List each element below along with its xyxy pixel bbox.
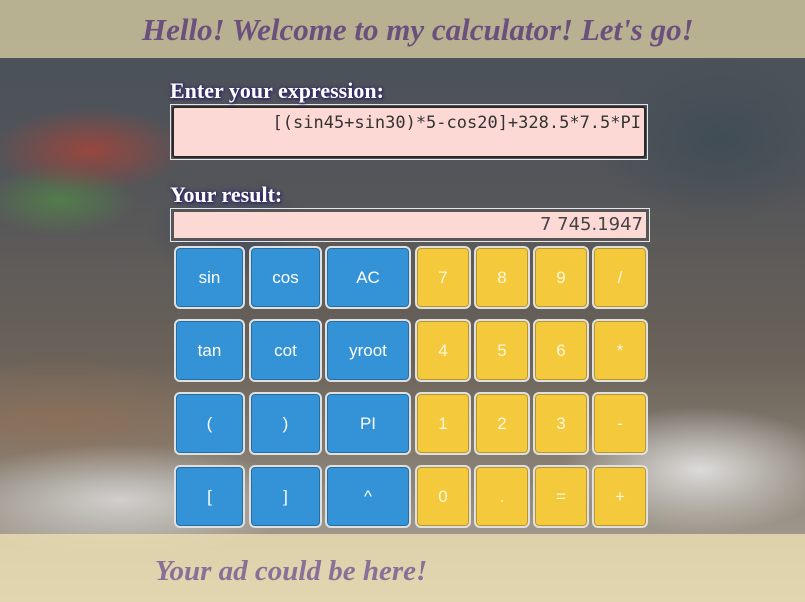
close-paren-button[interactable]: ) bbox=[249, 392, 322, 455]
cos-button[interactable]: cos bbox=[249, 246, 322, 309]
divide-button[interactable]: / bbox=[592, 246, 648, 309]
open-bracket-button[interactable]: [ bbox=[174, 465, 245, 528]
multiply-button[interactable]: * bbox=[592, 319, 648, 382]
header-banner: Hello! Welcome to my calculator! Let's g… bbox=[0, 0, 805, 58]
add-button[interactable]: + bbox=[592, 465, 648, 528]
digit-1-button[interactable]: 1 bbox=[415, 392, 471, 455]
digit-5-button[interactable]: 5 bbox=[474, 319, 530, 382]
cot-button[interactable]: cot bbox=[249, 319, 322, 382]
digit-8-button[interactable]: 8 bbox=[474, 246, 530, 309]
clear-button[interactable]: AC bbox=[325, 246, 411, 309]
subtract-button[interactable]: - bbox=[592, 392, 648, 455]
ad-placeholder-text: Your ad could be here! bbox=[155, 555, 428, 587]
yroot-button[interactable]: yroot bbox=[325, 319, 411, 382]
expression-input[interactable]: [(sin45+sin30)*5-cos20]+328.5*7.5*PI bbox=[172, 106, 646, 158]
digit-3-button[interactable]: 3 bbox=[533, 392, 589, 455]
keypad: sin cos AC 7 8 9 / tan cot yroot 4 5 6 *… bbox=[172, 244, 650, 528]
digit-6-button[interactable]: 6 bbox=[533, 319, 589, 382]
open-paren-button[interactable]: ( bbox=[174, 392, 245, 455]
calculator-panel: Enter your expression: [(sin45+sin30)*5-… bbox=[170, 78, 650, 242]
close-bracket-button[interactable]: ] bbox=[249, 465, 322, 528]
sin-button[interactable]: sin bbox=[174, 246, 245, 309]
expression-label: Enter your expression: bbox=[170, 78, 384, 103]
digit-4-button[interactable]: 4 bbox=[415, 319, 471, 382]
digit-7-button[interactable]: 7 bbox=[415, 246, 471, 309]
footer-ad-banner: Your ad could be here! bbox=[0, 534, 805, 602]
equals-button[interactable]: = bbox=[533, 465, 589, 528]
result-label: Your result: bbox=[170, 182, 283, 207]
power-button[interactable]: ^ bbox=[325, 465, 411, 528]
result-display: 7 745.1947 bbox=[172, 210, 648, 240]
digit-9-button[interactable]: 9 bbox=[533, 246, 589, 309]
result-field-frame: 7 745.1947 bbox=[170, 208, 650, 242]
decimal-point-button[interactable]: . bbox=[474, 465, 530, 528]
page-title: Hello! Welcome to my calculator! Let's g… bbox=[142, 12, 694, 47]
pi-button[interactable]: PI bbox=[325, 392, 411, 455]
tan-button[interactable]: tan bbox=[174, 319, 245, 382]
expression-field-frame: [(sin45+sin30)*5-cos20]+328.5*7.5*PI bbox=[170, 104, 648, 160]
digit-0-button[interactable]: 0 bbox=[415, 465, 471, 528]
digit-2-button[interactable]: 2 bbox=[474, 392, 530, 455]
